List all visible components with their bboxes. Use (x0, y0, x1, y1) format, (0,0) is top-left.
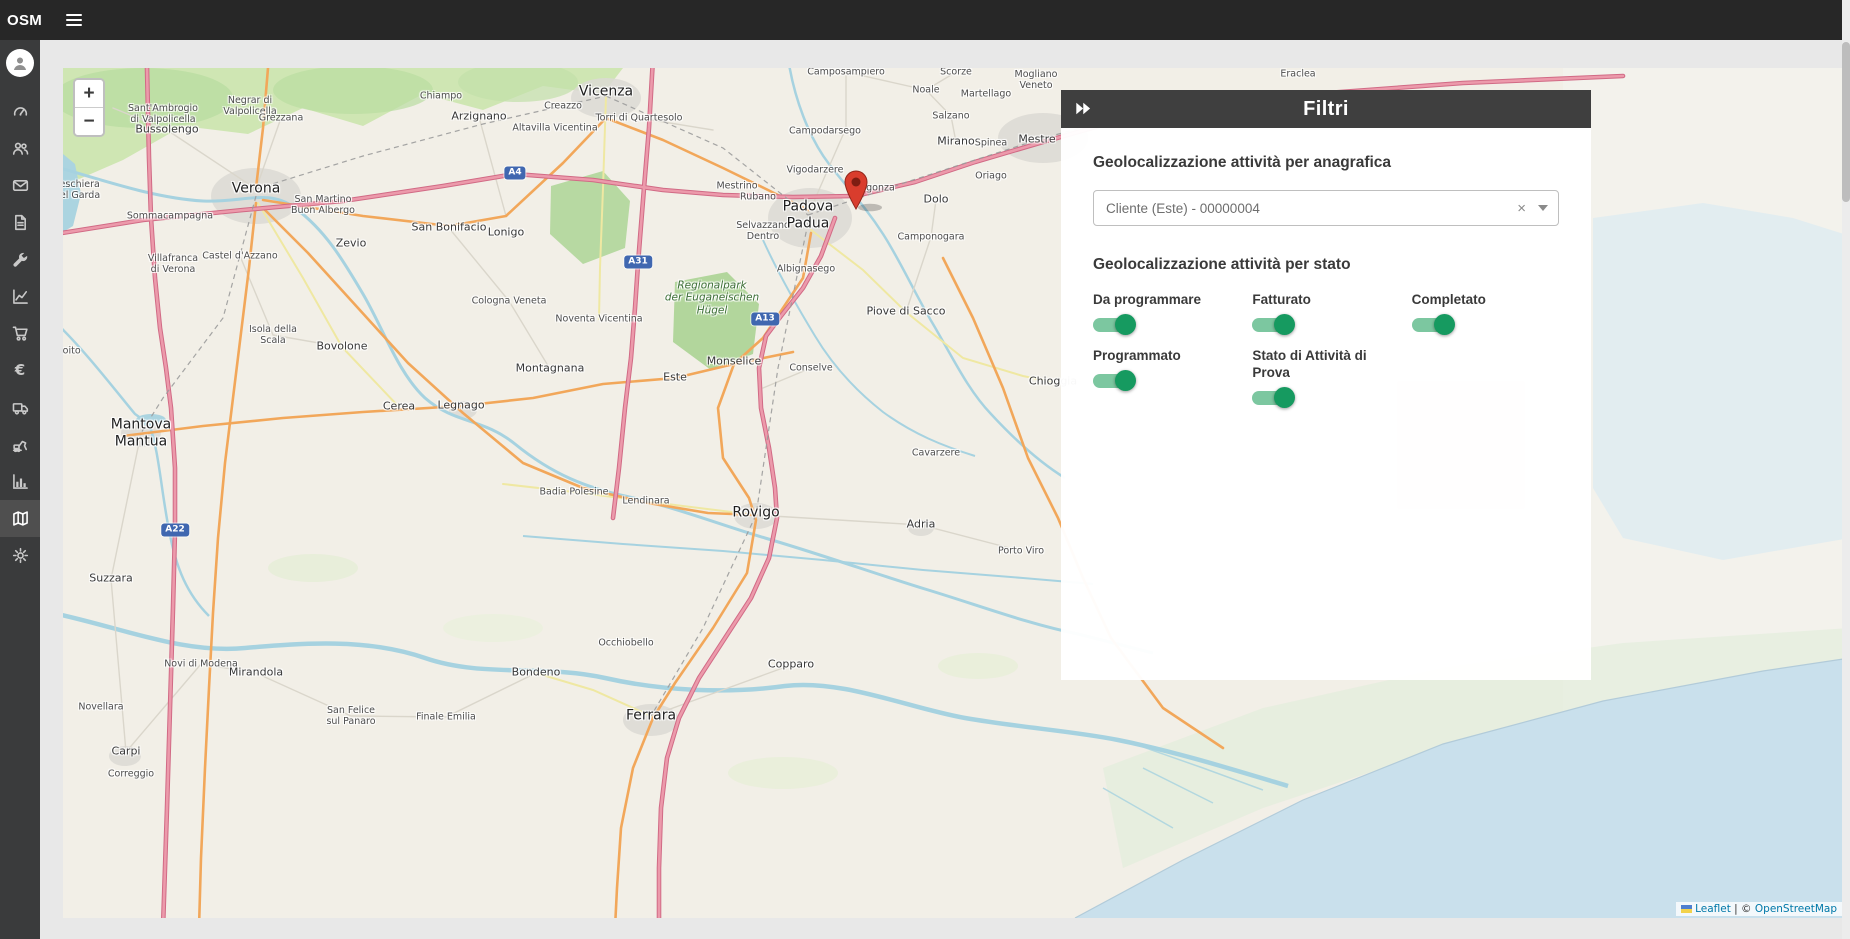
attribution-separator: | © (1731, 903, 1755, 915)
bars-icon (12, 473, 29, 490)
status-toggle-grid: Da programmare Fatturato Completato Program… (1093, 292, 1559, 405)
toggle-completato[interactable] (1412, 318, 1452, 332)
gear-icon (12, 547, 29, 564)
sidebar-item-documents[interactable] (0, 204, 40, 241)
topbar: OSM (0, 0, 1850, 40)
filter-da-programmare: Da programmare (1093, 292, 1240, 332)
map-canvas[interactable]: Sant'Ambrogio di ValpolicellaNegrar di V… (63, 68, 1850, 918)
filter-programmato: Programmato (1093, 348, 1240, 405)
cart-icon (12, 325, 29, 342)
sidebar-nav: € (0, 93, 40, 574)
map-icon (12, 510, 29, 527)
sidebar-item-dashboard[interactable] (0, 93, 40, 130)
osm-link[interactable]: OpenStreetMap (1755, 903, 1837, 915)
sidebar-item-machinery[interactable] (0, 426, 40, 463)
filters-panel-header: Filtri (1061, 90, 1591, 128)
clear-selection-icon[interactable]: × (1517, 201, 1526, 216)
zoom-out-button[interactable]: − (75, 108, 103, 135)
filters-title: Filtri (1303, 98, 1349, 121)
filter-stato-di-attivit-di-prova: Stato di Attività di Prova (1252, 348, 1399, 405)
sidebar-item-reports[interactable] (0, 278, 40, 315)
filters-panel-body: Geolocalizzazione attività per anagrafic… (1061, 128, 1591, 680)
customer-select-value: Cliente (Este) - 00000004 (1106, 201, 1517, 216)
map-attribution: Leaflet | © OpenStreetMap (1676, 902, 1842, 916)
marker-pin-icon (843, 170, 887, 212)
toggle-label: Stato di Attività di Prova (1252, 348, 1399, 382)
zoom-control: + − (73, 78, 105, 137)
filter-completato: Completato (1412, 292, 1559, 332)
toggle-label: Da programmare (1093, 292, 1240, 309)
sidebar-item-billing[interactable]: € (0, 352, 40, 389)
zoom-in-button[interactable]: + (75, 80, 103, 108)
dropdown-caret-icon[interactable] (1538, 205, 1548, 211)
sidebar-item-messages[interactable] (0, 167, 40, 204)
wrench-icon (12, 251, 29, 268)
toggle-programmato[interactable] (1093, 374, 1133, 388)
sidebar-item-users[interactable] (0, 130, 40, 167)
menu-toggle-button[interactable] (60, 8, 88, 32)
doc-icon (12, 214, 29, 231)
user-avatar[interactable] (6, 49, 34, 77)
sidebar-item-vehicles[interactable] (0, 389, 40, 426)
toggle-label: Completato (1412, 292, 1559, 309)
sidebar-item-tools[interactable] (0, 241, 40, 278)
filter-fatturato: Fatturato (1252, 292, 1399, 332)
leaflet-link[interactable]: Leaflet (1695, 903, 1731, 915)
section-anagrafica-heading: Geolocalizzazione attività per anagrafic… (1093, 154, 1559, 172)
sidebar-item-orders[interactable] (0, 315, 40, 352)
toggle-label: Fatturato (1252, 292, 1399, 309)
location-marker[interactable] (843, 170, 887, 212)
collapse-panel-icon[interactable] (1073, 99, 1092, 118)
filters-panel: Filtri Geolocalizzazione attività per an… (1061, 90, 1591, 680)
users-icon (12, 140, 29, 157)
sidebar-item-map[interactable] (0, 500, 40, 537)
ukraine-flag-icon (1681, 905, 1692, 913)
scrollbar-thumb[interactable] (1842, 42, 1850, 202)
gauge-icon (12, 103, 29, 120)
sidebar-item-statistics[interactable] (0, 463, 40, 500)
section-stato-heading: Geolocalizzazione attività per stato (1093, 256, 1559, 274)
customer-select[interactable]: Cliente (Este) - 00000004 × (1093, 190, 1559, 226)
sidebar-item-settings[interactable] (0, 537, 40, 574)
digger-icon (12, 436, 29, 453)
toggle-label: Programmato (1093, 348, 1240, 365)
mail-icon (12, 177, 29, 194)
toggle-da-programmare[interactable] (1093, 318, 1133, 332)
app-logo: OSM (0, 12, 47, 29)
euro-icon: € (15, 363, 25, 378)
toggle-fatturato[interactable] (1252, 318, 1292, 332)
toggle-stato-di-attivit-di-prova[interactable] (1252, 391, 1292, 405)
chart-icon (12, 288, 29, 305)
person-icon (11, 54, 29, 72)
truck-icon (12, 399, 29, 416)
sidebar: € (0, 40, 40, 939)
page-scrollbar[interactable] (1842, 0, 1850, 939)
